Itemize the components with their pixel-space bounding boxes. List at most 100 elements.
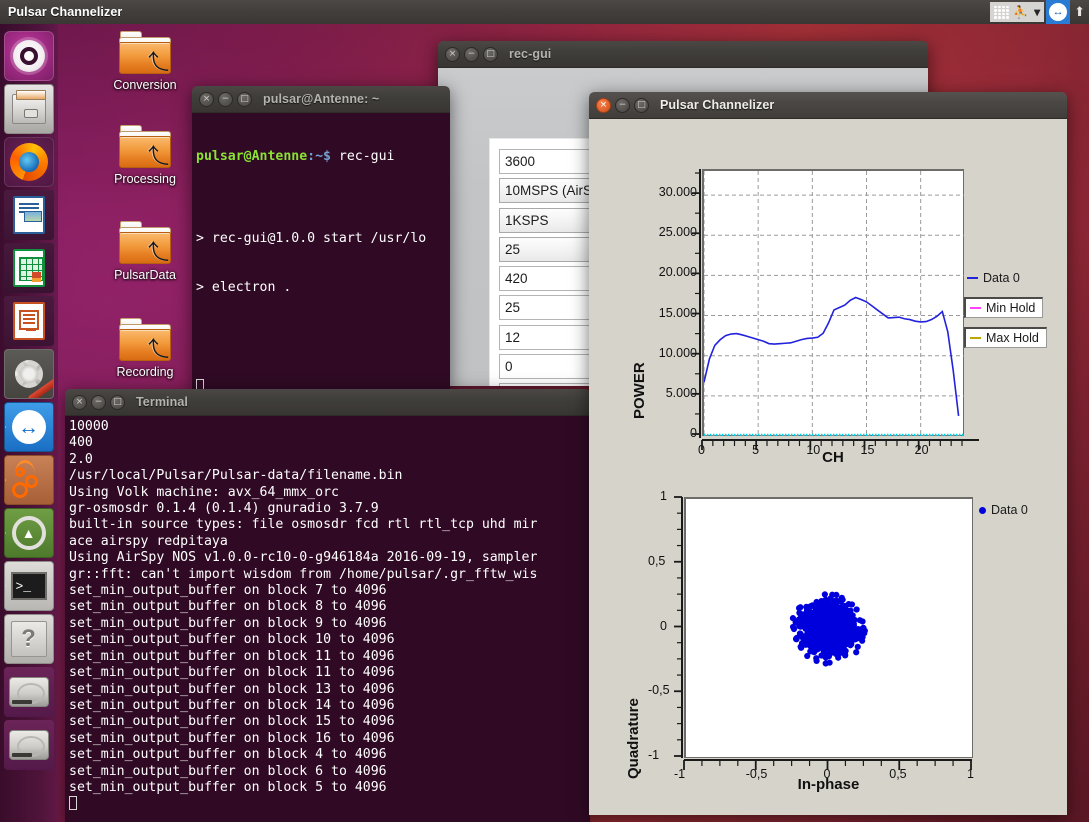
desktop-icon-recording[interactable]: ⤴ Recording [99,318,191,379]
pulsar-window-title: Pulsar Channelizer [660,98,775,112]
constellation-plot[interactable]: Quadrature -1 -0,5 0 0,5 1 -1 -0,5 0 0,5 1 In-ph… [589,479,1067,815]
maximize-icon[interactable]: □ [483,46,498,62]
terminal-top-output[interactable]: pulsar@Antenne:~$ rec-gui > rec-gui@1.0.… [192,113,450,391]
launcher-item-system-tools[interactable] [3,349,54,399]
window-terminal-pulsar-antenne[interactable]: × − □ pulsar@Antenne: ~ pulsar@Antenne:~… [192,86,450,391]
spreadsheet-icon [12,249,45,287]
teamviewer-tray-icon[interactable]: ↔ [1046,0,1071,24]
terminal-bottom-titlebar[interactable]: × − □ Terminal [65,389,590,416]
power-spectrum-plot[interactable]: POWER 0 5.000 10.000 15.000 20.000 25.000 30.0… [589,119,1067,469]
launcher-item-disk-2[interactable] [3,720,54,770]
ubuntu-logo-icon [12,40,45,72]
constellation-ytick-label: -1 [648,748,660,762]
legend-line-icon [970,307,981,309]
launcher-item-help[interactable]: ? [3,614,54,664]
close-icon[interactable]: × [199,91,214,107]
power-legend-label: Min Hold [986,301,1036,315]
terminal-line: built-in source types: file osmosdr fcd … [69,517,538,533]
terminal-line: set_min_output_buffer on block 7 to 4096 [69,583,387,599]
launcher-item-libreoffice-calc[interactable] [3,243,54,293]
power-plot-ylabel: POWER [631,362,648,419]
terminal-bottom-output[interactable]: 10000 400 2.0/usr/local/Pulsar/Pulsar-data… [65,416,590,822]
desktop-icon-pulsardata[interactable]: ⤴ PulsarData [99,221,191,282]
terminal-prompt-path: :~$ [307,148,331,164]
launcher-item-gqrx[interactable] [3,455,54,505]
power-plot-axis-ticks [692,169,979,450]
launcher-item-terminal[interactable]: >_ [3,561,54,611]
pulsar-titlebar[interactable]: × − □ Pulsar Channelizer [589,92,1067,119]
close-icon[interactable]: × [445,46,460,62]
pulsar-window-buttons: × − □ [596,97,649,113]
folder-shortcut-icon: ⤴ [119,125,171,169]
document-icon [12,196,45,234]
launcher-item-files[interactable] [3,84,54,134]
constellation-legend-data0[interactable]: Data 0 [979,503,1028,517]
unity-launcher: ↔ ▲ >_ ? [0,24,58,822]
window-terminal[interactable]: × − □ Terminal 10000 400 2.0/usr/local/Pul… [65,389,590,822]
terminal-line: gr::fft: can't import wisdom from /home/… [69,566,538,582]
minimize-icon[interactable]: − [91,394,106,410]
terminal-top-titlebar[interactable]: × − □ pulsar@Antenne: ~ [192,86,450,113]
terminal-line: set_min_output_buffer on block 11 to 409… [69,648,395,664]
teamviewer-icon: ↔ [11,410,46,444]
terminal-top-window-buttons: × − □ [199,91,252,107]
keyboard-layout-indicator[interactable]: ⛹ ▾ [990,2,1045,22]
desktop-icon-label: Recording [116,365,174,379]
power-legend-min-hold[interactable]: Min Hold [964,297,1044,318]
chevron-down-icon[interactable]: ▾ [1034,5,1040,19]
folder-shortcut-icon: ⤴ [119,31,171,75]
window-pulsar-channelizer[interactable]: × − □ Pulsar Channelizer POWER 0 5.000 10.… [589,92,1067,815]
launcher-item-libreoffice-writer[interactable] [3,190,54,240]
power-legend-max-hold[interactable]: Max Hold [964,327,1047,348]
terminal-line: set_min_output_buffer on block 11 to 409… [69,665,395,681]
file-cabinet-icon [11,90,46,124]
power-plot-xlabel: CH [822,449,844,466]
panel-window-title: Pulsar Channelizer [8,5,123,19]
terminal-line: set_min_output_buffer on block 10 to 409… [69,632,395,648]
terminal-cursor-line [69,796,590,813]
launcher-item-audacity[interactable]: ▲ [3,508,54,558]
minimize-icon[interactable]: − [464,46,479,62]
terminal-line: gr-osmosdr 0.1.4 (0.1.4) gnuradio 3.7.9 [69,501,379,517]
legend-line-icon [967,277,978,279]
terminal-line: 10000 [69,419,109,434]
power-legend-label: Max Hold [986,331,1039,345]
desktop-icon-label: Processing [114,172,176,186]
terminal-line: /usr/local/Pulsar/Pulsar-data/filename.b… [69,468,403,484]
top-panel: Pulsar Channelizer ⛹ ▾ ↔ ⬆ [0,0,1089,24]
up-arrow-icon[interactable]: ⬆ [1074,4,1085,20]
hard-disk-icon [8,677,49,707]
power-legend-data0[interactable]: Data 0 [967,271,1020,285]
folder-shortcut-icon: ⤴ [119,221,171,265]
desktop-icon-conversion[interactable]: ⤴ Conversion [99,31,191,92]
keyboard-layout-icon [994,5,1010,19]
launcher-item-ubuntu-dash[interactable] [3,31,54,81]
firefox-icon [9,143,48,181]
close-icon[interactable]: × [596,97,611,113]
maximize-icon[interactable]: □ [237,91,252,107]
terminal-line: set_min_output_buffer on block 5 to 4096 [69,779,387,795]
terminal-top-window-title: pulsar@Antenne: ~ [263,92,380,106]
close-icon[interactable]: × [72,394,87,410]
terminal-line: set_min_output_buffer on block 16 to 409… [69,730,395,746]
legend-line-icon [970,337,981,339]
fullscreen-icon[interactable]: ⛹ [1013,6,1028,18]
launcher-item-libreoffice-impress[interactable] [3,296,54,346]
desktop-icon-label: PulsarData [114,268,176,282]
desktop-icon-processing[interactable]: ⤴ Processing [99,125,191,186]
power-legend-label: Data 0 [983,271,1020,285]
launcher-item-teamviewer[interactable]: ↔ [3,402,54,452]
audacity-icon: ▲ [11,516,46,550]
launcher-item-disk-1[interactable] [3,667,54,717]
maximize-icon[interactable]: □ [634,97,649,113]
pulsar-body: POWER 0 5.000 10.000 15.000 20.000 25.000 30.0… [589,119,1067,815]
terminal-line: set_min_output_buffer on block 6 to 4096 [69,763,387,779]
maximize-icon[interactable]: □ [110,394,125,410]
constellation-ytick-label: 0,5 [648,553,666,568]
minimize-icon[interactable]: − [615,97,630,113]
launcher-item-firefox[interactable] [3,137,54,187]
terminal-bottom-window-title: Terminal [136,395,188,409]
minimize-icon[interactable]: − [218,91,233,107]
rec-gui-titlebar[interactable]: × − □ rec-gui [438,41,928,68]
terminal-line: ace airspy redpitaya [69,533,228,549]
